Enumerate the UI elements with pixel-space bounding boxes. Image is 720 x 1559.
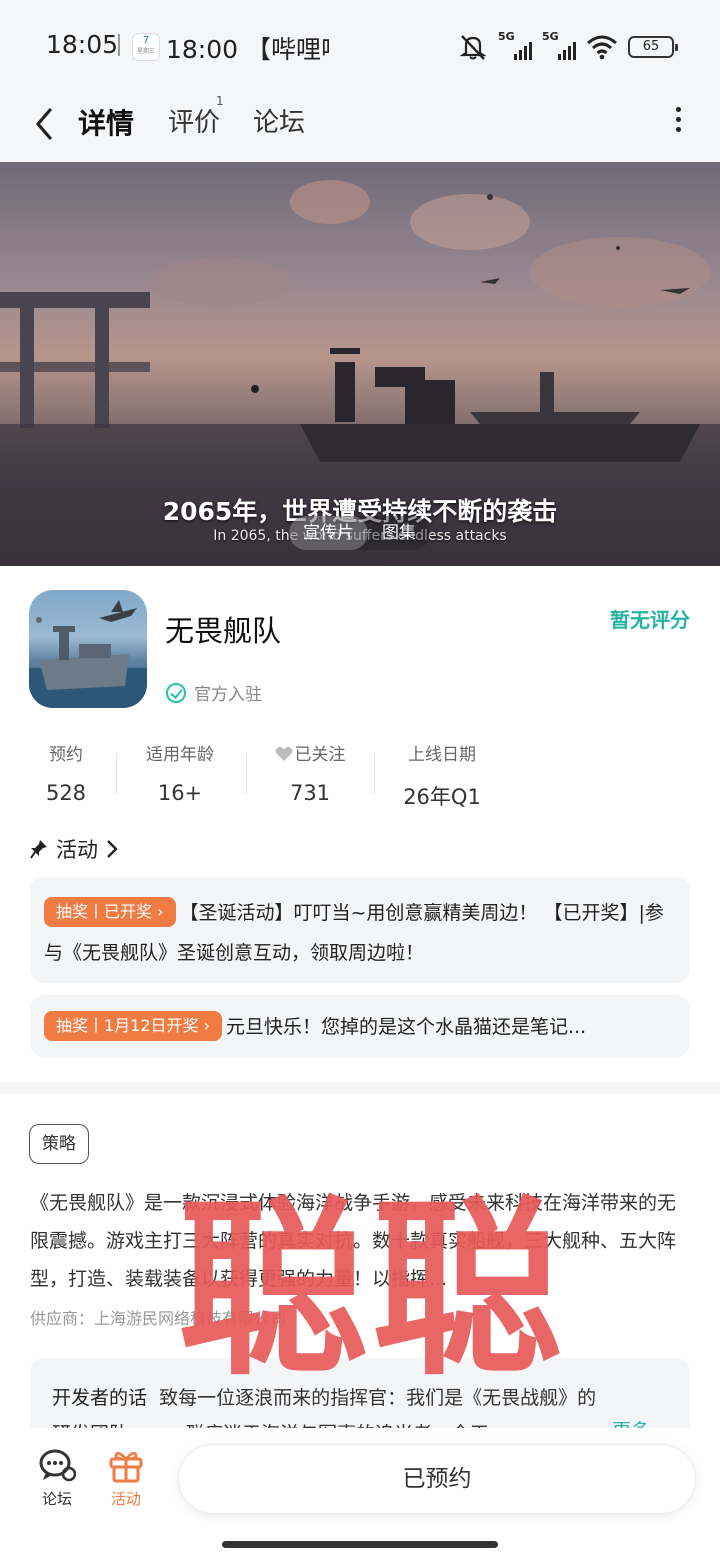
status-bar: 18:05 7 星期三 18:00 【哔哩哔 5G 5G 65 (0, 0, 720, 90)
activity-header[interactable]: 活动 (30, 834, 118, 864)
tab-gallery[interactable]: 图集 (368, 516, 430, 550)
status-notification: 18:00 【哔哩哔 (166, 35, 330, 64)
tab-reviews[interactable]: 评价 (168, 102, 220, 139)
back-arrow-icon[interactable] (30, 104, 60, 144)
activity-card[interactable]: 抽奖丨1月12日开奖 › 元旦快乐！您掉的是这个水晶猫还是笔记... (30, 995, 690, 1057)
supplier-info: 供应商：上海游民网络科技有限公司 (30, 1309, 287, 1328)
stat-age-rating: 适用年龄 16+ (146, 745, 214, 805)
stat-reservations: 预约 528 (45, 745, 87, 805)
official-badge: 官方入驻 (166, 680, 262, 705)
activity-text: 元旦快乐！您掉的是这个水晶猫还是笔记... (226, 1016, 587, 1038)
heart-icon (275, 747, 292, 761)
media-switch: 宣传片 图集 (289, 516, 430, 550)
tab-trailer[interactable]: 宣传片 (289, 516, 368, 550)
lottery-badge: 抽奖丨已开奖 › (44, 897, 176, 927)
activity-card[interactable]: 抽奖丨已开奖 › 【圣诞活动】叮叮当~用创意赢精美周边！ 【已开奖】|参与《无畏舰… (30, 877, 690, 983)
game-description: 《无畏舰队》是一款沉浸式体验海洋战争手游，感受未来科技在海洋带来的无限震撼。游戏… (30, 1192, 677, 1290)
home-indicator[interactable] (222, 1541, 498, 1548)
game-app-icon (29, 590, 147, 708)
developer-note-card[interactable]: 开发者的话 致每一位逐浪而来的指挥官：我们是《无畏战舰》的研发团队——一群痴迷于… (30, 1358, 690, 1438)
genre-tag[interactable]: 策略 (29, 1124, 89, 1164)
status-icons: 5G 5G 65 (458, 30, 678, 62)
signal-icon-2: 5G (542, 30, 576, 60)
stat-followers[interactable]: 已关注 731 (262, 740, 358, 805)
top-nav: 详情 评价 1 论坛 (0, 90, 720, 162)
verified-check-icon (166, 682, 186, 703)
reviews-count: 1 (216, 94, 224, 108)
battery-icon: 65 (628, 36, 678, 58)
gift-icon (109, 1451, 143, 1483)
pin-icon (30, 840, 47, 859)
signal-icon: 5G (498, 30, 532, 60)
game-title: 无畏舰队 (165, 614, 282, 648)
status-time: 18:05 (46, 30, 119, 59)
rating-status: 暂无评分 (610, 608, 690, 632)
mute-icon (459, 35, 487, 60)
wifi-icon (587, 35, 617, 60)
section-divider (0, 1082, 720, 1094)
bottom-action-bar: 论坛 活动 已预约 (0, 1428, 720, 1559)
tab-details[interactable]: 详情 (74, 102, 138, 142)
forum-button[interactable]: 论坛 (27, 1448, 87, 1509)
promo-video[interactable]: 2065年，世界遭受持续不断的袭击 In 2065, the world suf… (0, 162, 720, 566)
calendar-icon: 7 星期三 (132, 33, 160, 61)
game-stats: 预约 528 适用年龄 16+ 已关注 731 上线日期 26年Q1 (0, 740, 720, 810)
stat-launch-date: 上线日期 26年Q1 (403, 745, 481, 809)
chat-icon (39, 1449, 76, 1482)
lottery-badge: 抽奖丨1月12日开奖 › (44, 1011, 223, 1041)
activity-button[interactable]: 活动 (96, 1448, 156, 1509)
more-icon[interactable] (670, 104, 686, 134)
chevron-right-icon (107, 840, 118, 858)
status-divider (118, 34, 120, 56)
reserved-button[interactable]: 已预约 (178, 1444, 696, 1514)
tab-forum[interactable]: 论坛 (253, 102, 305, 139)
